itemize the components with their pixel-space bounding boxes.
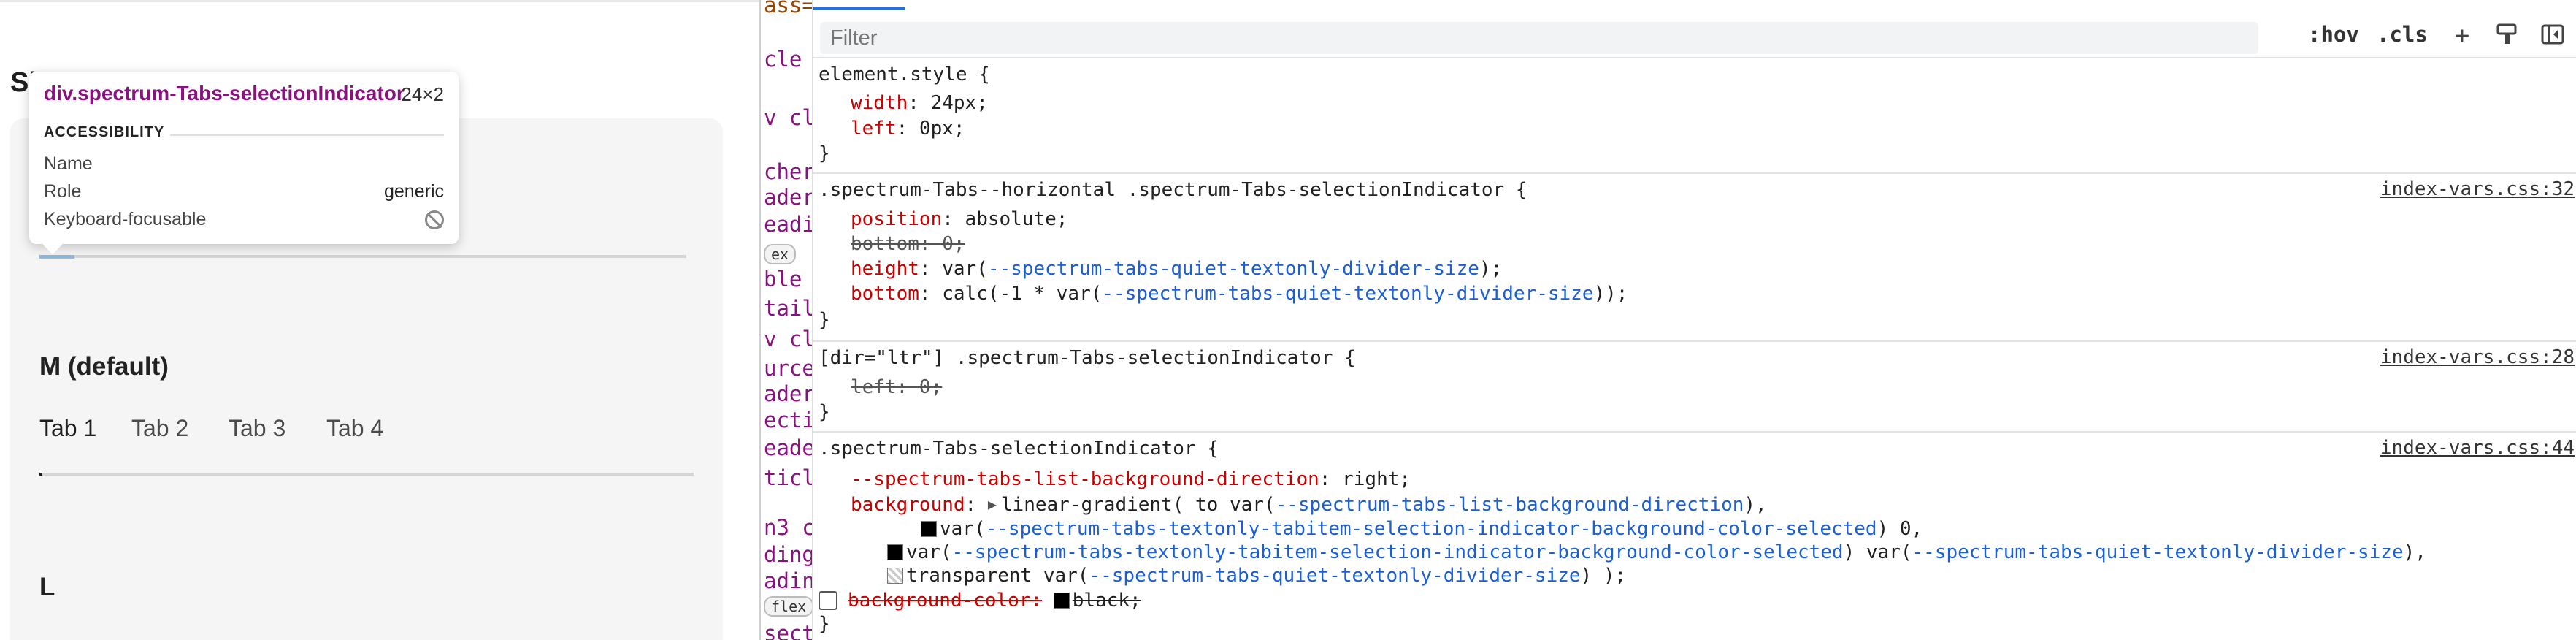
dom-node-fragment[interactable]: v cl [764, 327, 812, 351]
declaration-checkbox[interactable] [819, 591, 837, 610]
tooltip-element-name: div.spectrum-Tabs-selectionIndicator [44, 82, 405, 104]
style-declaration[interactable]: bottom: calc(-1 * var(--spectrum-tabs-qu… [851, 282, 1628, 305]
dom-node-fragment[interactable]: ecti [764, 408, 812, 433]
overridden-declaration[interactable]: bottom: 0; [851, 232, 965, 256]
style-declaration[interactable]: position: absolute; [851, 207, 1067, 231]
styles-filter-input[interactable] [820, 22, 2258, 54]
gradient-stop-line[interactable]: var(--spectrum-tabs-textonly-tabitem-sel… [887, 541, 2426, 564]
tooltip-row-label: Role [44, 181, 82, 202]
tooltip-row-keyboard-focusable: Keyboard-focusable [44, 209, 444, 231]
dom-node-fragment[interactable]: ader [764, 185, 812, 210]
dom-node-fragment[interactable]: ding [764, 542, 812, 567]
styles-pane: :hov .cls + element.style { width: 24px;… [812, 0, 2576, 640]
dom-node-fragment[interactable]: v cl [764, 105, 812, 130]
preview-top-border [0, 0, 759, 2]
active-subtab-underline [813, 7, 905, 10]
dom-node-fragment[interactable]: tail [764, 296, 812, 321]
inspect-tooltip: div.spectrum-Tabs-selectionIndicator 24×… [29, 72, 459, 254]
tooltip-row-value: generic [384, 181, 444, 202]
color-swatch-icon [887, 544, 903, 560]
medium-heading: M (default) [39, 352, 169, 381]
rule-closing-brace: } [819, 613, 830, 635]
tooltip-row-name: Name [44, 153, 444, 175]
color-swatch-icon [1053, 593, 1070, 609]
small-tabs-divider [39, 255, 686, 258]
styles-toolbar: :hov .cls + [813, 12, 2576, 58]
tooltip-arrow [42, 244, 63, 254]
dom-node-fragment[interactable]: cle [764, 47, 802, 72]
page-preview: Si M (default) Tab 1 Tab 2 Tab 3 Tab 4 L… [0, 0, 759, 640]
color-swatch-icon [887, 568, 903, 584]
rule-closing-brace: } [819, 401, 830, 423]
dom-node-fragment[interactable]: cher [764, 159, 812, 184]
tab-2[interactable]: Tab 2 [131, 415, 188, 442]
dom-node-fragment[interactable]: adin [764, 568, 812, 593]
color-swatch-icon [921, 521, 937, 537]
gradient-stop-line[interactable]: transparent var(--spectrum-tabs-quiet-te… [887, 564, 1626, 587]
toggle-sidebar-icon[interactable] [2539, 22, 2567, 50]
tooltip-row-label: Keyboard-focusable [44, 209, 207, 229]
dom-node-fragment[interactable]: eade [764, 435, 812, 460]
medium-tabs-divider [39, 473, 694, 476]
rule-separator [813, 172, 2576, 174]
rule-source-link[interactable]: index-vars.css:32 [2380, 178, 2575, 200]
selection-indicator-highlight [39, 255, 74, 259]
tooltip-row-label: Name [44, 153, 93, 174]
disabled-declaration[interactable]: background-color: black; [819, 589, 1141, 612]
style-declaration-background[interactable]: background: ▶ linear-gradient( to var(--s… [851, 492, 1767, 517]
elements-tree-fragment[interactable]: ass= cle v cl cher ader eadi ex ble tail v cl urce… [759, 0, 812, 640]
dom-node-fragment[interactable]: urce [764, 356, 812, 381]
medium-tabs-selection-indicator [39, 473, 42, 476]
computed-styles-paint-icon[interactable] [2493, 22, 2521, 50]
not-focusable-icon [425, 210, 444, 229]
style-declaration[interactable]: left: 0px; [851, 117, 965, 140]
dom-node-fragment[interactable]: ass= [764, 0, 812, 18]
rule-selector[interactable]: .spectrum-Tabs--horizontal .spectrum-Tab… [819, 178, 1527, 202]
rule-separator [813, 431, 2576, 433]
dom-node-fragment[interactable]: ble [764, 267, 802, 292]
rule-selector[interactable]: .spectrum-Tabs-selectionIndicator { [819, 437, 1219, 460]
rule-source-link[interactable]: index-vars.css:44 [2380, 437, 2575, 459]
element-style-selector[interactable]: element.style { [819, 63, 990, 86]
tooltip-row-role: Role generic [44, 181, 444, 203]
class-toggle[interactable]: .cls [2377, 22, 2428, 47]
large-heading: L [39, 573, 55, 601]
new-rule-icon[interactable]: + [2448, 22, 2476, 50]
gradient-stop-line[interactable]: var(--spectrum-tabs-textonly-tabitem-sel… [921, 517, 1923, 541]
dom-node-fragment[interactable]: n3 c [764, 515, 812, 540]
layout-badge[interactable]: flex [764, 596, 812, 617]
rule-selector[interactable]: [dir="ltr"] .spectrum-Tabs-selectionIndi… [819, 346, 1356, 370]
rule-closing-brace: } [819, 142, 830, 164]
dom-node-fragment[interactable]: ader [764, 381, 812, 406]
tab-3[interactable]: Tab 3 [229, 415, 285, 442]
style-declaration[interactable]: height: var(--spectrum-tabs-quiet-texton… [851, 257, 1502, 281]
dom-node-fragment[interactable]: eadi [764, 212, 812, 237]
layout-badge[interactable]: ex [764, 244, 797, 264]
tooltip-section-title: ACCESSIBILITY [44, 124, 171, 141]
overridden-declaration[interactable]: left: 0; [851, 376, 942, 399]
style-declaration[interactable]: width: 24px; [851, 91, 988, 115]
tab-4[interactable]: Tab 4 [326, 415, 383, 442]
tooltip-element-size: 24×2 [401, 83, 444, 105]
dom-node-fragment[interactable]: ticl [764, 465, 812, 490]
expand-triangle-icon: ▶ [987, 495, 997, 513]
rule-source-link[interactable]: index-vars.css:28 [2380, 346, 2575, 368]
rule-separator [813, 340, 2576, 342]
tab-1[interactable]: Tab 1 [39, 415, 96, 442]
style-declaration[interactable]: --spectrum-tabs-list-background-directio… [851, 468, 1411, 491]
hover-state-toggle[interactable]: :hov [2308, 22, 2359, 47]
dom-node-fragment[interactable]: sect [764, 621, 812, 640]
rule-closing-brace: } [819, 309, 830, 331]
